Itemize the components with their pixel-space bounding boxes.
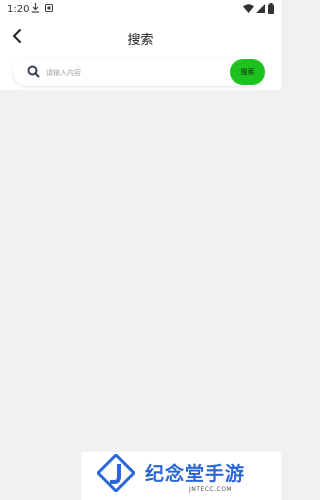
search-input[interactable] xyxy=(44,63,208,83)
signal-icon xyxy=(256,4,265,13)
status-bar: 1:20 xyxy=(0,0,281,18)
search-button[interactable]: 搜索 xyxy=(230,59,265,85)
status-time: 1:20 xyxy=(7,4,30,15)
battery-icon xyxy=(268,3,274,14)
search-box: 搜索 xyxy=(13,58,265,86)
app-header: 搜索 xyxy=(0,18,281,58)
logo-icon xyxy=(97,454,135,492)
page-title: 搜索 xyxy=(127,33,154,48)
watermark-banner: 纪念堂手游 JNTECC.COM xyxy=(81,452,281,500)
search-icon xyxy=(27,65,40,78)
download-icon xyxy=(32,3,39,13)
notification-square-icon xyxy=(45,4,53,12)
watermark-name: 纪念堂手游 xyxy=(145,463,246,485)
wifi-icon xyxy=(243,4,254,13)
search-bar-area: 搜索 xyxy=(0,58,281,90)
watermark-domain: JNTECC.COM xyxy=(189,486,233,493)
